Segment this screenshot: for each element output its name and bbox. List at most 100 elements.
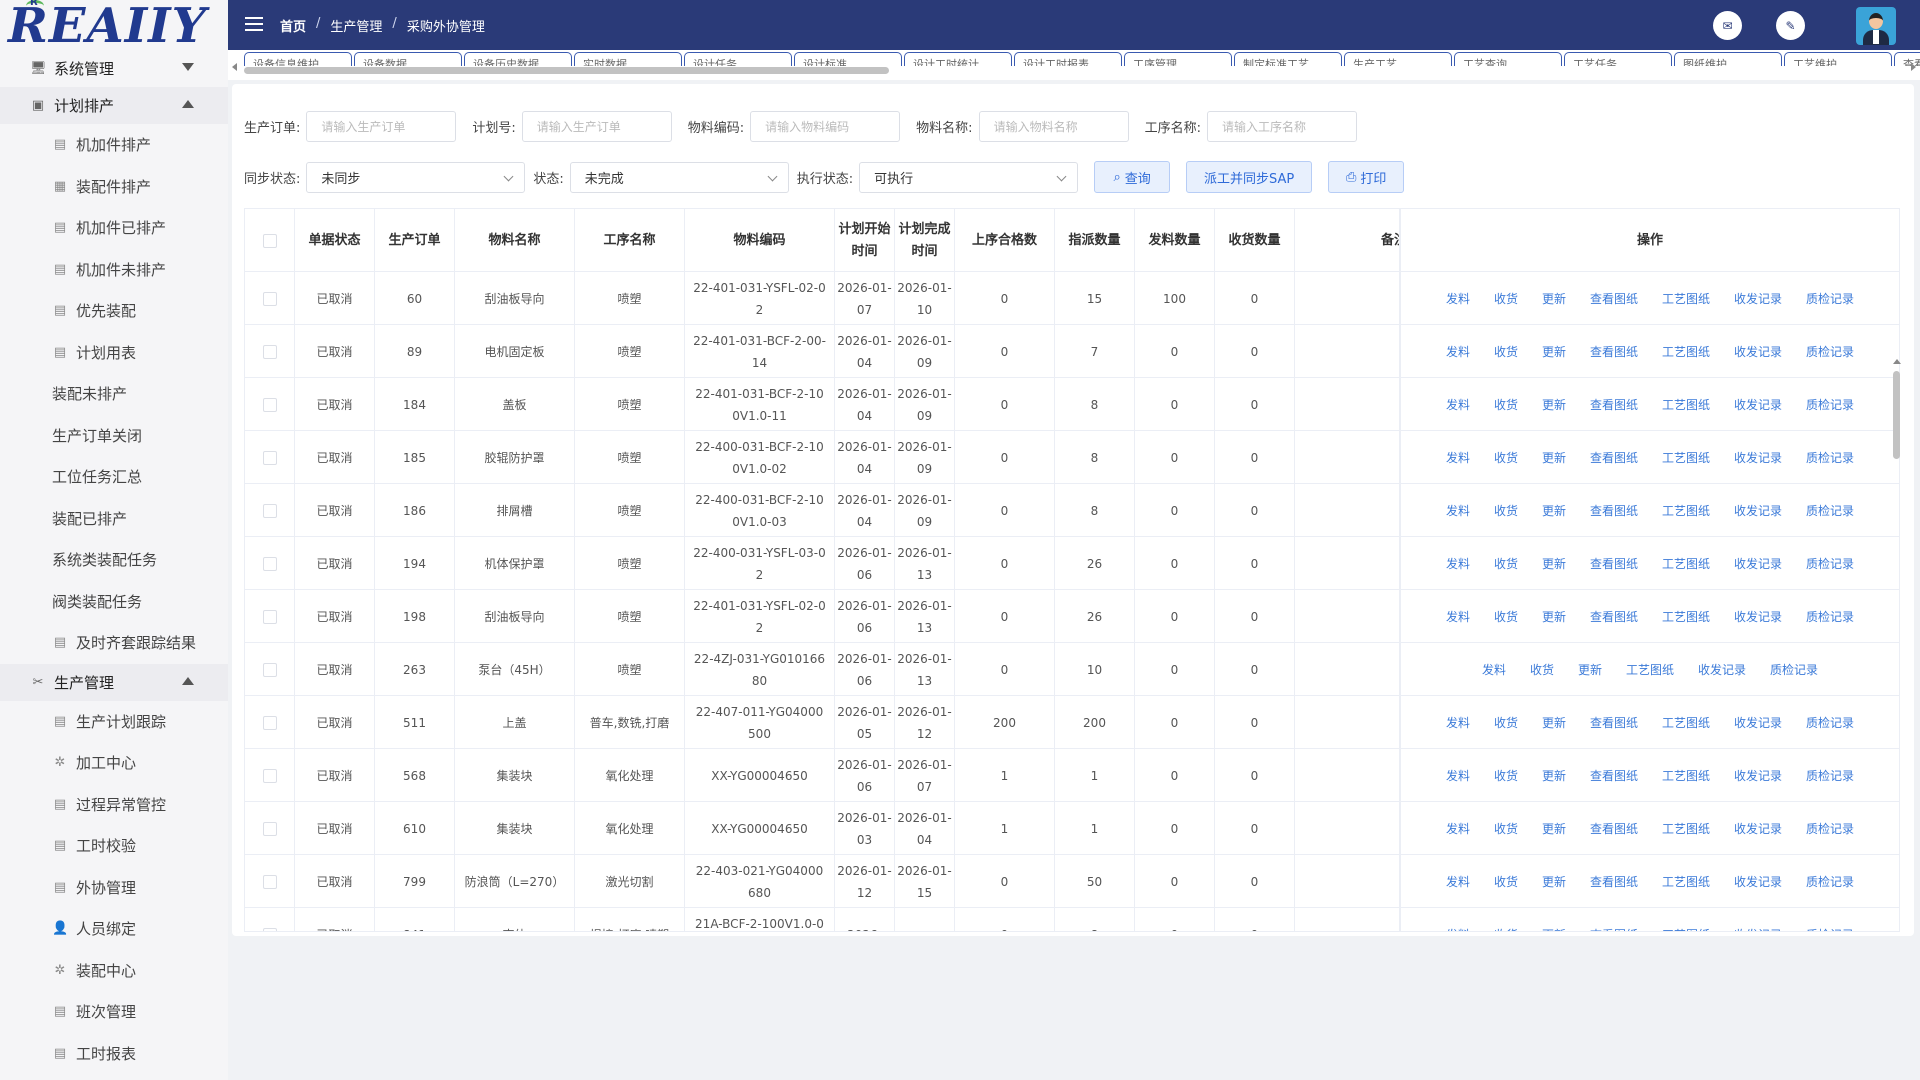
sidebar-item[interactable]: ▤ 机加件已排产: [0, 207, 228, 249]
row-checkbox[interactable]: [262, 397, 277, 412]
op-recv-link[interactable]: 收货: [1494, 553, 1518, 575]
op-issue-link[interactable]: 发料: [1446, 288, 1470, 310]
op-recv-link[interactable]: 收货: [1494, 712, 1518, 734]
tab-2[interactable]: 设备历史数据: [464, 52, 572, 66]
op-recv-link[interactable]: 收货: [1494, 871, 1518, 893]
op-proc-draw-link[interactable]: 工艺图纸: [1662, 288, 1710, 310]
user-avatar[interactable]: [1856, 7, 1896, 45]
sidebar-item[interactable]: ✲ 加工中心: [0, 742, 228, 784]
op-proc-draw-link[interactable]: 工艺图纸: [1662, 447, 1710, 469]
op-issue-link[interactable]: 发料: [1446, 924, 1470, 932]
op-log-link[interactable]: 收发记录: [1734, 553, 1782, 575]
op-recv-link[interactable]: 收货: [1494, 606, 1518, 628]
op-update-link[interactable]: 更新: [1542, 712, 1566, 734]
sync-status-select[interactable]: 未同步: [306, 161, 526, 193]
row-select-cell[interactable]: [245, 802, 295, 855]
status-select[interactable]: 未完成: [569, 161, 789, 193]
op-qc-link[interactable]: 质检记录: [1806, 341, 1854, 363]
op-issue-link[interactable]: 发料: [1446, 712, 1470, 734]
op-issue-link[interactable]: 发料: [1446, 553, 1470, 575]
plan-no-input[interactable]: 请输入生产订单: [521, 111, 672, 142]
scroll-left-icon[interactable]: [232, 63, 237, 71]
sidebar-item[interactable]: ▤ 机加件未排产: [0, 249, 228, 291]
op-qc-link[interactable]: 质检记录: [1806, 871, 1854, 893]
sidebar-item[interactable]: 生产订单关闭: [0, 415, 228, 457]
op-recv-link[interactable]: 收货: [1494, 341, 1518, 363]
row-checkbox[interactable]: [262, 344, 277, 359]
tab-4[interactable]: 设计任务: [684, 52, 792, 66]
sidebar-item[interactable]: 阀类装配任务: [0, 581, 228, 623]
op-view-link[interactable]: 查看图纸: [1590, 500, 1638, 522]
op-proc-draw-link[interactable]: 工艺图纸: [1662, 818, 1710, 840]
op-view-link[interactable]: 查看图纸: [1590, 765, 1638, 787]
breadcrumb-production[interactable]: 生产管理: [330, 16, 382, 35]
op-view-link[interactable]: 查看图纸: [1590, 553, 1638, 575]
row-select-cell[interactable]: [245, 643, 295, 696]
op-view-link[interactable]: 查看图纸: [1590, 871, 1638, 893]
op-update-link[interactable]: 更新: [1542, 818, 1566, 840]
row-checkbox[interactable]: [262, 503, 277, 518]
sidebar-group-0[interactable]: 🖥 系统管理: [0, 50, 228, 87]
op-log-link[interactable]: 收发记录: [1734, 818, 1782, 840]
tab-12[interactable]: 工艺任务: [1564, 52, 1672, 66]
row-select-cell[interactable]: [245, 537, 295, 590]
op-qc-link[interactable]: 质检记录: [1806, 606, 1854, 628]
op-recv-link[interactable]: 收货: [1494, 394, 1518, 416]
op-update-link[interactable]: 更新: [1542, 447, 1566, 469]
tab-5[interactable]: 设计标准: [794, 52, 902, 66]
op-recv-link[interactable]: 收货: [1530, 659, 1554, 681]
op-proc-draw-link[interactable]: 工艺图纸: [1662, 871, 1710, 893]
row-select-cell[interactable]: [245, 431, 295, 484]
tab-15[interactable]: 查看图纸: [1894, 52, 1920, 66]
print-button[interactable]: ⎙ 打印: [1328, 161, 1405, 193]
tags-scrollbar-thumb[interactable]: [244, 67, 889, 74]
op-issue-link[interactable]: 发料: [1482, 659, 1506, 681]
row-select-cell[interactable]: [245, 908, 295, 931]
op-log-link[interactable]: 收发记录: [1734, 871, 1782, 893]
op-qc-link[interactable]: 质检记录: [1770, 659, 1818, 681]
sidebar-item[interactable]: ▤ 工时校验: [0, 825, 228, 867]
sidebar-item[interactable]: ▤ 计划用表: [0, 332, 228, 374]
op-view-link[interactable]: 查看图纸: [1590, 924, 1638, 932]
op-recv-link[interactable]: 收货: [1494, 500, 1518, 522]
op-log-link[interactable]: 收发记录: [1734, 924, 1782, 932]
hamburger-menu-icon[interactable]: [245, 17, 263, 31]
sidebar-item[interactable]: ▤ 工时报表: [0, 1033, 228, 1075]
op-update-link[interactable]: 更新: [1542, 765, 1566, 787]
scroll-up-icon[interactable]: [1893, 359, 1901, 364]
op-proc-draw-link[interactable]: 工艺图纸: [1626, 659, 1674, 681]
tab-3[interactable]: 实时数据: [574, 52, 682, 66]
op-update-link[interactable]: 更新: [1542, 871, 1566, 893]
row-checkbox[interactable]: [262, 715, 277, 730]
tab-0[interactable]: 设备信息维护: [244, 52, 352, 66]
mat-code-input[interactable]: 请输入物料编码: [750, 111, 901, 142]
op-recv-link[interactable]: 收货: [1494, 288, 1518, 310]
op-view-link[interactable]: 查看图纸: [1590, 288, 1638, 310]
op-proc-draw-link[interactable]: 工艺图纸: [1662, 712, 1710, 734]
sidebar-item[interactable]: ▤ 优先装配: [0, 290, 228, 332]
op-proc-draw-link[interactable]: 工艺图纸: [1662, 924, 1710, 932]
sidebar-group-2[interactable]: ✂ 生产管理: [0, 663, 228, 701]
query-button[interactable]: ⌕ 查询: [1094, 161, 1171, 193]
tab-7[interactable]: 设计工时报表: [1014, 52, 1122, 66]
op-update-link[interactable]: 更新: [1542, 500, 1566, 522]
row-checkbox[interactable]: [262, 450, 277, 465]
op-qc-link[interactable]: 质检记录: [1806, 288, 1854, 310]
row-checkbox[interactable]: [262, 874, 277, 889]
row-checkbox[interactable]: [262, 927, 277, 931]
op-view-link[interactable]: 查看图纸: [1590, 394, 1638, 416]
op-qc-link[interactable]: 质检记录: [1806, 818, 1854, 840]
op-update-link[interactable]: 更新: [1578, 659, 1602, 681]
op-qc-link[interactable]: 质检记录: [1806, 924, 1854, 932]
op-view-link[interactable]: 查看图纸: [1590, 712, 1638, 734]
op-qc-link[interactable]: 质检记录: [1806, 394, 1854, 416]
op-proc-draw-link[interactable]: 工艺图纸: [1662, 394, 1710, 416]
select-all-checkbox[interactable]: [262, 233, 277, 248]
op-log-link[interactable]: 收发记录: [1734, 341, 1782, 363]
op-issue-link[interactable]: 发料: [1446, 818, 1470, 840]
sidebar-item[interactable]: 👤 人员绑定: [0, 908, 228, 950]
op-qc-link[interactable]: 质检记录: [1806, 447, 1854, 469]
row-select-cell[interactable]: [245, 378, 295, 431]
op-proc-draw-link[interactable]: 工艺图纸: [1662, 606, 1710, 628]
sidebar-item[interactable]: 装配未排产: [0, 373, 228, 415]
